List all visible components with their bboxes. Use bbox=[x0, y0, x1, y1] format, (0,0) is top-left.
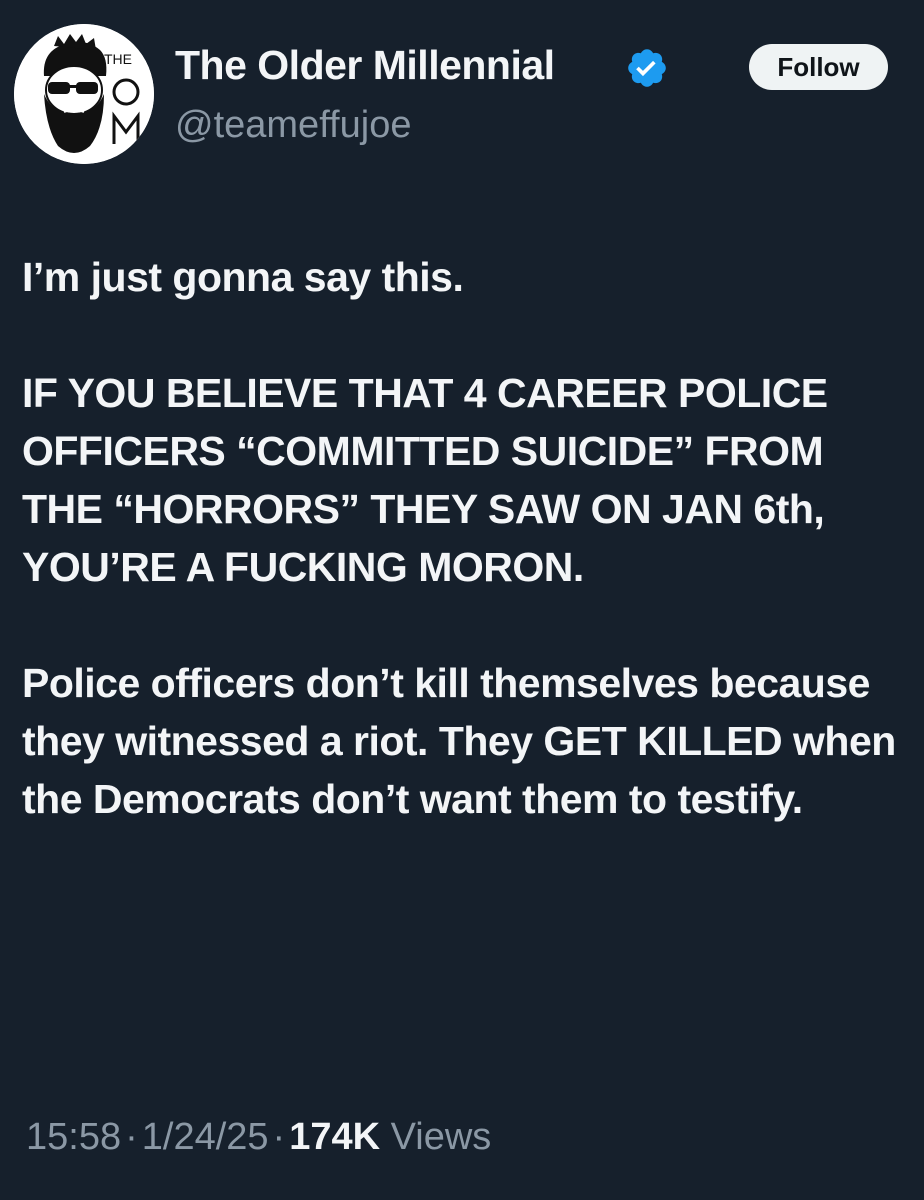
post-paragraph: IF YOU BELIEVE THAT 4 CAREER POLICE OFFI… bbox=[22, 370, 828, 590]
meta-separator: · bbox=[272, 1116, 286, 1158]
views-label: Views bbox=[390, 1116, 492, 1158]
avatar[interactable]: THE bbox=[14, 24, 154, 164]
follow-button[interactable]: Follow bbox=[749, 44, 888, 90]
svg-text:THE: THE bbox=[104, 51, 132, 67]
post-meta: 15:58 · 1/24/25 · 174K Views bbox=[26, 1116, 491, 1159]
views-count: 174K bbox=[289, 1116, 381, 1158]
post-paragraph: I’m just gonna say this. bbox=[22, 254, 464, 300]
author-display-name[interactable]: The Older Millennial bbox=[175, 42, 555, 89]
post-date[interactable]: 1/24/25 bbox=[142, 1116, 269, 1158]
avatar-logo-icon: THE bbox=[14, 24, 154, 164]
post-text: I’m just gonna say this. IF YOU BELIEVE … bbox=[22, 248, 902, 828]
post-time[interactable]: 15:58 bbox=[26, 1116, 121, 1158]
author-handle[interactable]: @teameffujoe bbox=[175, 104, 411, 147]
verified-badge-icon bbox=[625, 46, 669, 90]
tweet: THE The Older Millennial @teameffujoe Fo… bbox=[0, 0, 924, 1200]
meta-separator: · bbox=[125, 1116, 138, 1158]
post-paragraph: Police officers don’t kill themselves be… bbox=[22, 660, 896, 822]
